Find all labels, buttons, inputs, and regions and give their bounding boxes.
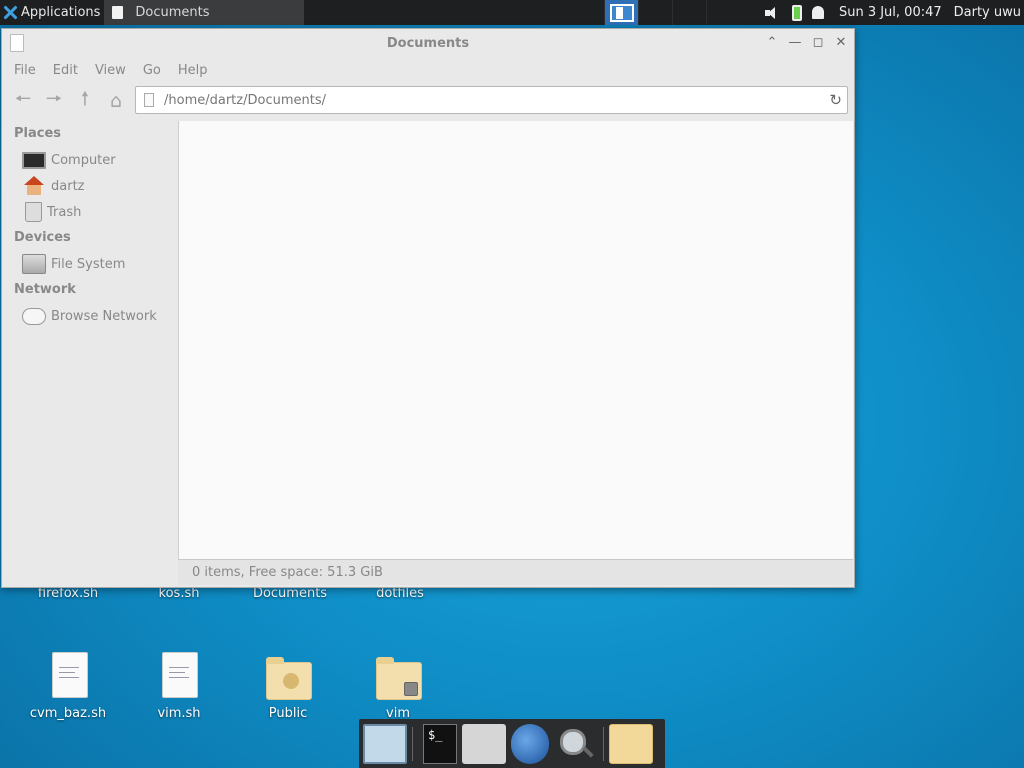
workspace-4[interactable] (706, 0, 740, 25)
user-menu[interactable]: Darty uwu (954, 5, 1021, 20)
system-tray: Sun 3 Jul, 00:47 Darty uwu (759, 0, 1024, 25)
desktop-folder-public[interactable] (239, 656, 339, 746)
home-icon[interactable]: ⌂ (103, 88, 129, 114)
desktop-file-cvm-baz[interactable] (20, 652, 120, 742)
folder-location-icon (144, 93, 154, 107)
sidebar-item-label: File System (51, 256, 126, 272)
sidebar-item-trash[interactable]: Trash (6, 199, 177, 225)
file-manager-window: Documents ⌃ — ◻ ✕ File Edit View Go Help… (1, 28, 855, 588)
status-bar: 0 items, Free space: 51.3 GiB (178, 559, 853, 585)
taskbar-title: Documents (135, 5, 210, 20)
top-panel: Applications Documents Sun 3 Jul, 00:47 … (0, 0, 1024, 25)
workspace-switcher[interactable] (604, 0, 740, 25)
menu-file[interactable]: File (14, 63, 36, 78)
terminal-icon[interactable]: $_ (423, 723, 457, 764)
desktop-icon-label[interactable]: cvm_baz.sh (13, 706, 123, 721)
workspace-2[interactable] (638, 0, 672, 25)
show-desktop-icon[interactable] (363, 723, 407, 764)
xfce-logo-icon (3, 5, 18, 20)
taskbar-documents-button[interactable]: Documents (104, 0, 305, 25)
window-titlebar[interactable]: Documents ⌃ — ◻ ✕ (2, 29, 854, 57)
sidebar-heading-network: Network (14, 282, 76, 297)
notification-bell-icon[interactable] (811, 6, 824, 19)
desktop-icon-label[interactable]: vim.sh (124, 706, 234, 721)
trash-icon (25, 202, 42, 222)
up-arrow-icon[interactable]: 🠕 (72, 88, 98, 114)
document-icon (112, 6, 124, 19)
shade-button[interactable]: ⌃ (765, 35, 779, 50)
sidebar: Places Computer dartz Trash Devices File… (6, 121, 177, 585)
maximize-button[interactable]: ◻ (811, 35, 825, 50)
sidebar-item-home[interactable]: dartz (6, 173, 177, 199)
location-path[interactable]: /home/dartz/Documents/ (164, 93, 326, 108)
sidebar-heading-places: Places (14, 126, 62, 141)
desktop-icon-label[interactable]: firefox.sh (13, 586, 123, 601)
sidebar-item-label: dartz (51, 178, 85, 194)
workspace-3[interactable] (672, 0, 706, 25)
dock: $_ (359, 719, 665, 768)
forward-arrow-icon[interactable]: 🠖 (41, 88, 67, 114)
web-browser-icon[interactable] (511, 723, 549, 764)
status-text: 0 items, Free space: 51.3 GiB (192, 565, 383, 580)
desktop-icon-label[interactable]: Documents (235, 586, 345, 601)
window-preview-icon (609, 3, 634, 22)
menubar: File Edit View Go Help (2, 57, 854, 83)
computer-icon (22, 151, 46, 169)
home-folder-icon (22, 176, 46, 196)
shared-folder-icon (266, 657, 312, 700)
close-button[interactable]: ✕ (834, 35, 848, 50)
applications-menu-button[interactable]: Applications (0, 0, 104, 25)
reload-icon[interactable]: ↻ (829, 91, 842, 109)
sidebar-item-computer[interactable]: Computer (6, 147, 177, 173)
battery-icon[interactable] (791, 4, 802, 21)
menu-edit[interactable]: Edit (53, 63, 78, 78)
menu-go[interactable]: Go (143, 63, 161, 78)
app-finder-icon[interactable] (554, 724, 598, 764)
desktop-icon-label[interactable]: kos.sh (124, 586, 234, 601)
desktop-icon-label[interactable]: Public (233, 706, 343, 721)
back-arrow-icon[interactable]: 🠔 (10, 88, 36, 114)
volume-icon[interactable] (764, 5, 782, 21)
dock-separator (412, 726, 413, 761)
file-manager-icon[interactable] (462, 723, 506, 764)
sidebar-heading-devices: Devices (14, 230, 71, 245)
hard-disk-icon (22, 254, 46, 274)
sidebar-item-filesystem[interactable]: File System (6, 251, 177, 277)
sidebar-item-label: Browse Network (51, 308, 157, 324)
sidebar-item-label: Trash (47, 204, 82, 220)
location-bar[interactable]: /home/dartz/Documents/ ↻ (135, 86, 848, 114)
minimize-button[interactable]: — (788, 35, 802, 50)
menu-view[interactable]: View (95, 63, 126, 78)
clock[interactable]: Sun 3 Jul, 00:47 (839, 5, 942, 20)
network-cloud-icon (22, 307, 46, 325)
desktop-file-vim-sh[interactable] (130, 652, 230, 742)
window-title: Documents (386, 35, 470, 51)
workspace-1[interactable] (604, 0, 638, 25)
folder-icon[interactable] (609, 723, 653, 764)
menu-help[interactable]: Help (178, 63, 208, 78)
sidebar-item-label: Computer (51, 152, 116, 168)
window-document-icon (10, 34, 24, 52)
applications-label: Applications (21, 5, 101, 20)
sidebar-item-browse-network[interactable]: Browse Network (6, 303, 177, 329)
desktop-icon-label[interactable]: dotfiles (345, 586, 455, 601)
script-file-icon (52, 652, 88, 698)
file-view[interactable] (178, 121, 853, 559)
dock-separator (603, 726, 604, 761)
locked-folder-icon (376, 657, 422, 700)
script-file-icon (162, 652, 198, 698)
